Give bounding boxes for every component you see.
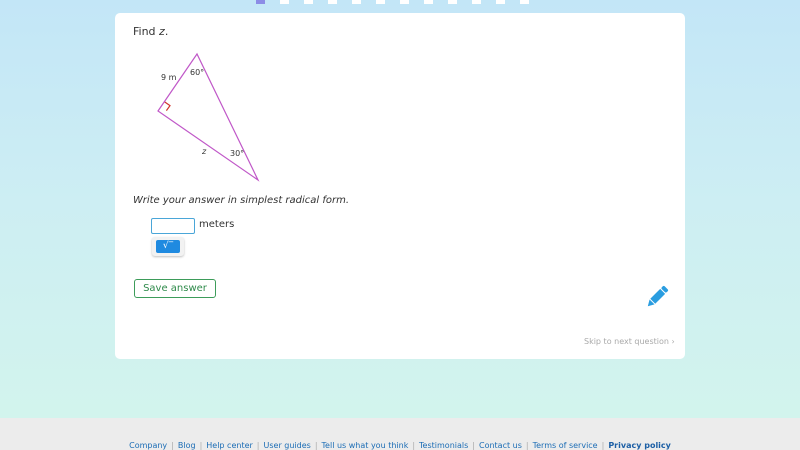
unit-label: meters — [199, 219, 235, 230]
sqrt-icon: √‾ — [156, 240, 180, 253]
footer-separator: | — [199, 441, 203, 450]
footer-link-terms[interactable]: Terms of service — [533, 441, 598, 450]
sqrt-button[interactable]: √‾ — [152, 237, 184, 256]
footer-link-testimonials[interactable]: Testimonials — [419, 441, 468, 450]
footer-link-user-guides[interactable]: User guides — [264, 441, 311, 450]
footer-links: Company | Blog | Help center | User guides | Tel… — [0, 441, 800, 450]
progress-dot-current — [256, 0, 265, 4]
question-card: Find z. 9 m 60° z 30° Write your answer … — [115, 13, 685, 359]
progress-dot — [496, 0, 505, 4]
answer-input[interactable] — [151, 218, 195, 234]
progress-dot — [424, 0, 433, 4]
progress-dot — [352, 0, 361, 4]
footer-separator: | — [472, 441, 475, 450]
pencil-icon[interactable] — [643, 283, 671, 311]
footer-link-contact[interactable]: Contact us — [479, 441, 522, 450]
footer: Company | Blog | Help center | User guides | Tel… — [0, 418, 800, 450]
progress-indicator — [254, 0, 554, 4]
footer-separator: | — [412, 441, 416, 450]
footer-separator: | — [601, 441, 605, 450]
footer-link-company[interactable]: Company — [129, 441, 167, 450]
skip-to-next-link[interactable]: Skip to next question › — [584, 337, 675, 346]
progress-dot — [328, 0, 337, 4]
top-angle-label: 60° — [190, 68, 204, 77]
prompt-suffix: . — [164, 25, 169, 38]
progress-dot — [304, 0, 313, 4]
save-answer-button[interactable]: Save answer — [134, 279, 216, 298]
question-prompt: Find z. — [133, 25, 168, 38]
footer-separator: | — [525, 441, 529, 450]
right-angle-mark — [164, 101, 171, 111]
progress-dot — [376, 0, 385, 4]
hypotenuse-label: z — [201, 147, 207, 156]
prompt-prefix: Find — [133, 25, 160, 38]
progress-dot — [280, 0, 289, 4]
progress-dot — [472, 0, 481, 4]
bottom-angle-label: 30° — [230, 149, 244, 158]
footer-link-help-center[interactable]: Help center — [206, 441, 253, 450]
triangle-diagram: 9 m 60° z 30° — [157, 52, 260, 182]
footer-separator: | — [171, 441, 174, 450]
side-label: 9 m — [161, 73, 177, 82]
progress-dot — [400, 0, 409, 4]
footer-separator: | — [314, 441, 318, 450]
footer-separator: | — [256, 441, 260, 450]
answer-instruction: Write your answer in simplest radical fo… — [133, 195, 350, 206]
progress-dot — [448, 0, 457, 4]
progress-dot — [520, 0, 529, 4]
footer-link-blog[interactable]: Blog — [178, 441, 196, 450]
footer-link-privacy[interactable]: Privacy policy — [608, 441, 671, 450]
footer-link-feedback[interactable]: Tell us what you think — [322, 441, 409, 450]
